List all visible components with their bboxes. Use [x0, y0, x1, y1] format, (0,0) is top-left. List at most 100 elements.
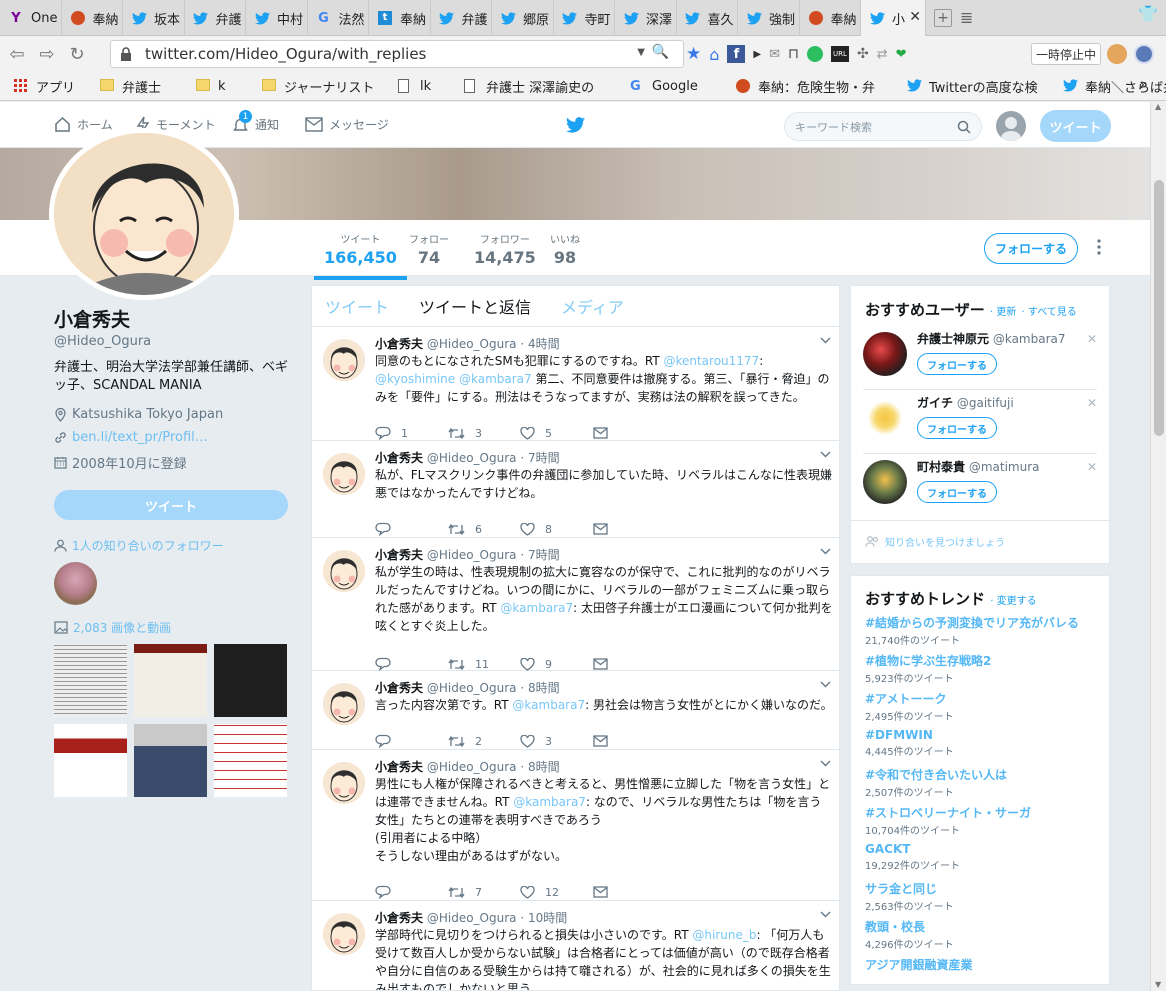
- chevron-down-icon[interactable]: [820, 760, 831, 767]
- like-button[interactable]: 8: [520, 522, 552, 536]
- stat-followers[interactable]: フォロワー 14,475: [474, 231, 536, 267]
- trend-item[interactable]: #ストロベリーナイト・サーガ 10,704件のツイート: [865, 804, 1031, 837]
- mail-ext-icon[interactable]: ✉: [769, 47, 780, 62]
- more-bookmarks-icon[interactable]: »: [1139, 77, 1148, 93]
- trend-name[interactable]: #ストロベリーナイト・サーガ: [865, 804, 1031, 821]
- compose-tweet-button[interactable]: ツイート: [1040, 110, 1111, 142]
- retweet-button[interactable]: 7: [448, 886, 482, 899]
- vpn-icon[interactable]: ❤: [896, 47, 907, 62]
- reply-button[interactable]: [375, 885, 401, 899]
- tweet-author-name[interactable]: 小倉秀夫: [375, 911, 423, 925]
- reply-button[interactable]: [375, 522, 401, 536]
- stat-likes[interactable]: いいね 98: [550, 231, 580, 267]
- tweet-author-handle[interactable]: @Hideo_Ogura: [427, 337, 517, 351]
- tweet-avatar[interactable]: [323, 453, 365, 495]
- tweet-time[interactable]: 8時間: [528, 681, 560, 695]
- dismiss-icon[interactable]: ✕: [1087, 396, 1097, 410]
- nav-messages[interactable]: メッセージ: [305, 116, 389, 133]
- browser-tab[interactable]: 強制: [738, 0, 800, 36]
- like-button[interactable]: 9: [520, 657, 552, 671]
- chevron-down-icon[interactable]: [820, 548, 831, 555]
- mention-link[interactable]: @kambara7: [500, 601, 573, 615]
- tweet-author-handle[interactable]: @Hideo_Ogura: [427, 911, 517, 925]
- tweet-author-handle[interactable]: @Hideo_Ogura: [427, 451, 517, 465]
- trend-item[interactable]: #アメトーーク 2,495件のツイート: [865, 690, 954, 723]
- browser-tab[interactable]: 弁護: [185, 0, 246, 36]
- scroll-down-icon[interactable]: ▼: [1155, 980, 1161, 989]
- more-options-icon[interactable]: [1097, 239, 1101, 255]
- like-button[interactable]: 3: [520, 734, 552, 748]
- tweet[interactable]: 小倉秀夫 @Hideo_Ogura · 8時間 男性にも人権が保障されるべきと考え…: [312, 750, 839, 901]
- shuffle-icon[interactable]: ⇄: [877, 47, 888, 62]
- browser-tab[interactable]: 奉納: [800, 0, 861, 36]
- trend-name[interactable]: GACKT: [865, 842, 960, 856]
- shirt-icon[interactable]: 👕: [1138, 4, 1158, 23]
- nav-home[interactable]: ホーム: [54, 116, 113, 133]
- trend-name[interactable]: サラ金と同じ: [865, 880, 954, 897]
- chevron-down-icon[interactable]: [820, 451, 831, 458]
- tweet-time[interactable]: 4時間: [528, 337, 560, 351]
- suggested-user-name[interactable]: ガイチ @gaitifuji: [917, 394, 1014, 411]
- search-icon[interactable]: [957, 120, 971, 134]
- suggested-user-avatar[interactable]: [863, 396, 907, 440]
- suggested-user[interactable]: 弁護士神原元 @kambara7 フォローする ✕: [863, 326, 1097, 390]
- browser-tab[interactable]: G 法然: [308, 0, 369, 36]
- profile-avatar-browser[interactable]: [1107, 44, 1127, 64]
- media-thumbnail[interactable]: [134, 724, 207, 797]
- mention-link[interactable]: @kambara7: [459, 372, 532, 386]
- url-dropdown-icon[interactable]: ▼: [637, 47, 645, 58]
- chevron-down-icon[interactable]: [820, 681, 831, 688]
- forward-icon[interactable]: ⇨: [34, 41, 60, 67]
- tweet-author-handle[interactable]: @Hideo_Ogura: [427, 548, 517, 562]
- url-ext-icon[interactable]: URL: [830, 46, 849, 62]
- dm-button[interactable]: [593, 886, 618, 898]
- trend-name[interactable]: #アメトーーク: [865, 690, 954, 707]
- suggested-follow-button[interactable]: フォローする: [917, 481, 997, 503]
- trend-item[interactable]: #DFMWIN 4,445件のツイート: [865, 728, 954, 758]
- browser-tab[interactable]: 奉納: [62, 0, 123, 36]
- bookmark-item[interactable]: 奉納＼さらば弁護士: [1063, 77, 1166, 96]
- scrollbar-thumb[interactable]: [1154, 180, 1164, 436]
- browser-tab[interactable]: Y One: [0, 0, 62, 36]
- tweet-time[interactable]: 7時間: [528, 548, 560, 562]
- suggested-user-avatar[interactable]: [863, 460, 907, 504]
- profile-avatar[interactable]: [49, 128, 239, 300]
- suggested-user-name[interactable]: 町村泰貴 @matimura: [917, 458, 1040, 475]
- bookmark-item[interactable]: 奉納：危険生物・弁: [736, 77, 891, 96]
- chevron-down-icon[interactable]: [820, 337, 831, 344]
- tweet[interactable]: 小倉秀夫 @Hideo_Ogura · 7時間 私が学生の時は、性表現規制の拡大に…: [312, 538, 839, 671]
- tweet-time[interactable]: 7時間: [528, 451, 560, 465]
- tweet-author-name[interactable]: 小倉秀夫: [375, 337, 423, 351]
- facebook-icon[interactable]: f: [727, 45, 746, 63]
- known-follower-avatar[interactable]: [54, 562, 97, 605]
- view-all-link[interactable]: · すべて見る: [1022, 307, 1077, 318]
- bookmark-item[interactable]: k: [196, 77, 246, 96]
- like-button[interactable]: 5: [520, 426, 552, 440]
- play-icon[interactable]: ▶: [753, 49, 761, 60]
- mention-link[interactable]: @kyoshimine: [375, 372, 455, 386]
- dm-button[interactable]: [593, 735, 618, 747]
- profile-handle[interactable]: @Hideo_Ogura: [54, 334, 294, 349]
- media-link[interactable]: 2,083 画像と動画: [54, 619, 171, 636]
- tweet-author-name[interactable]: 小倉秀夫: [375, 451, 423, 465]
- browser-tab[interactable]: 深澤: [615, 0, 677, 36]
- trend-item[interactable]: アジア開銀融資産業: [865, 956, 973, 974]
- tweet-avatar[interactable]: [323, 683, 365, 725]
- reload-icon[interactable]: ↻: [64, 41, 90, 67]
- follow-button[interactable]: フォローする: [984, 233, 1078, 264]
- mention-link[interactable]: @kentarou1177: [663, 354, 759, 368]
- back-icon[interactable]: ⇦: [4, 41, 30, 67]
- bookmark-item[interactable]: Twitterの高度な検: [907, 77, 1047, 96]
- trend-item[interactable]: 教頭・校長 4,296件のツイート: [865, 918, 954, 951]
- move-icon[interactable]: ✣: [857, 46, 869, 62]
- trend-name[interactable]: #結婚からの予測変換でリア充がバレる: [865, 614, 1079, 631]
- evernote-icon[interactable]: [806, 46, 823, 62]
- tweet-avatar[interactable]: [323, 913, 365, 955]
- bookmark-item[interactable]: G Google: [630, 77, 720, 96]
- tweet-author-name[interactable]: 小倉秀夫: [375, 760, 423, 774]
- media-thumbnail[interactable]: [54, 724, 127, 797]
- browser-tab[interactable]: 寺町: [554, 0, 615, 36]
- tweet-author-handle[interactable]: @Hideo_Ogura: [427, 681, 517, 695]
- suggested-follow-button[interactable]: フォローする: [917, 353, 997, 375]
- suggested-user-avatar[interactable]: [863, 332, 907, 376]
